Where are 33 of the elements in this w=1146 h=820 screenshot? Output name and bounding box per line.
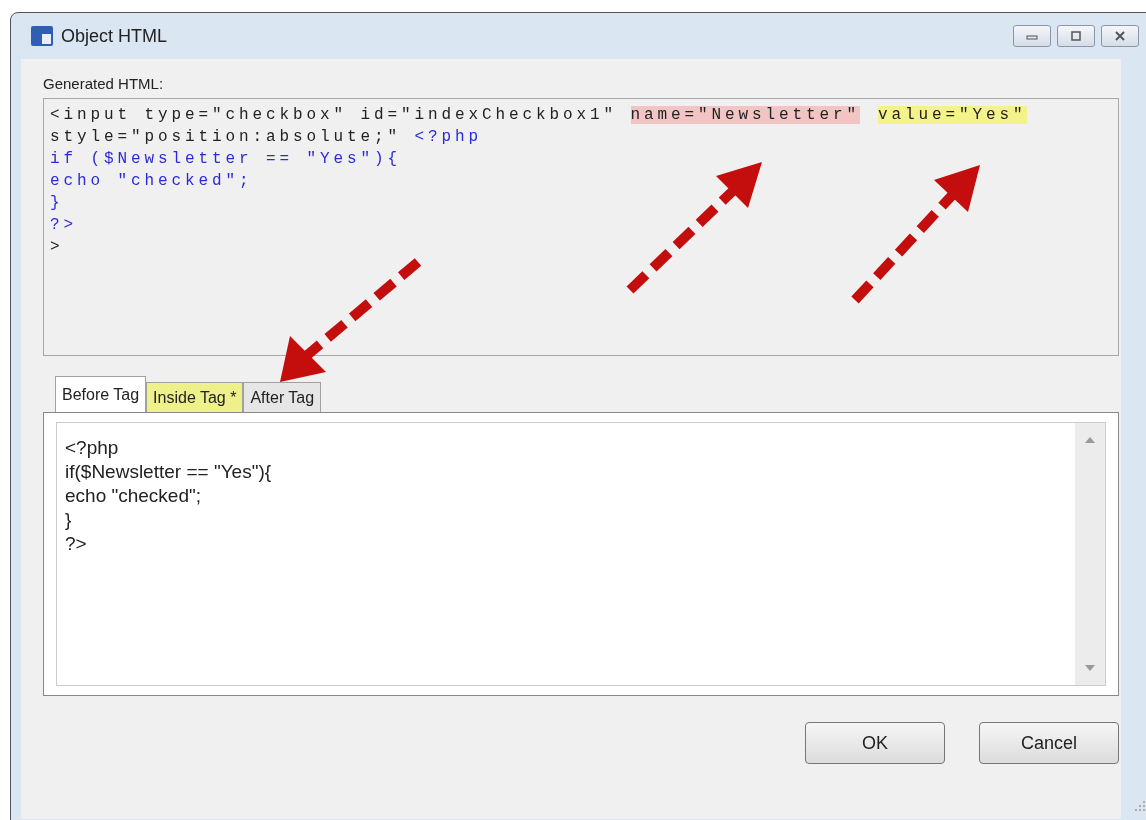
editor-line: <?php [65,436,120,460]
tab[interactable]: Inside Tag * [146,382,244,412]
code-text: > [50,238,64,256]
editor-line: ?> [65,532,88,556]
highlighted-code: name="Newsletter" [630,106,861,124]
scrollbar[interactable] [1075,423,1105,685]
code-text: if ($Newsletter == "Yes"){ [50,150,402,168]
code-text: style="position:absolute;" [50,128,403,146]
editor-line: if($Newsletter == "Yes"){ [65,460,273,484]
code-text: } [50,194,64,212]
resize-grip-icon[interactable] [1135,801,1145,811]
cancel-button[interactable]: Cancel [979,722,1119,764]
tab[interactable]: After Tag [243,382,322,412]
tab[interactable]: Before Tag [55,376,147,412]
editor-line: } [65,508,73,532]
app-logo-icon [31,26,53,46]
code-text: <input type="checkbox" id="indexCheckbox1" [50,106,619,124]
code-editor-field[interactable]: <?php if($Newsletter == "Yes"){ echo "checked"; } ?> [56,422,1106,686]
close-button[interactable] [1101,25,1139,47]
editor-line: echo "checked"; [65,484,202,508]
highlighted-code: value="Yes" [878,106,1027,124]
close-icon [1113,30,1127,42]
code-text: echo "checked"; [50,172,253,190]
scroll-down-icon[interactable] [1085,665,1095,671]
scroll-up-icon[interactable] [1085,437,1095,443]
maximize-icon [1069,30,1083,42]
code-text: <?php [414,128,483,146]
generated-html-label: Generated HTML: [43,75,165,92]
ok-button[interactable]: OK [805,722,945,764]
minimize-button[interactable] [1013,25,1051,47]
window-title: Object HTML [61,25,168,47]
maximize-button[interactable] [1057,25,1095,47]
code-text: ?> [50,216,77,234]
